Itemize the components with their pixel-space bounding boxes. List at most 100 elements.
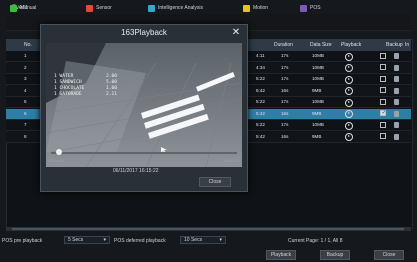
backup-checkbox[interactable] (380, 98, 386, 105)
page-indicator: Current Page: 1 / 1, All 8 (288, 238, 343, 244)
play-icon[interactable] (345, 98, 353, 107)
filter-manual-label: Manual (20, 5, 37, 11)
lock-icon[interactable] (394, 99, 399, 105)
pos-color-swatch (300, 4, 307, 12)
play-icon[interactable] (345, 52, 353, 61)
row-time: 4:34 (256, 64, 265, 70)
play-icon[interactable] (345, 75, 353, 84)
play-icon[interactable] (345, 121, 353, 130)
lock-icon[interactable] (394, 87, 399, 94)
seek-handle[interactable] (56, 149, 62, 155)
lock-icon[interactable] (394, 110, 399, 117)
overlay-price-1: 2.00 (106, 73, 117, 79)
row-duration: 16s (281, 133, 289, 139)
lock-icon[interactable] (394, 133, 399, 140)
pos-pre-playback-label: POS pre playback (2, 238, 43, 244)
row-data-size: 10MB (312, 64, 325, 70)
row-number: 8 (24, 133, 27, 139)
lock-icon[interactable] (394, 53, 399, 59)
playback-popup: 163Playback ✕ 1 WATER 1 SANDWICH 1 CHOCO… (40, 24, 248, 192)
backup-checkbox[interactable] (380, 52, 386, 59)
overlay-line-3: 1 CHOCOLATE (54, 85, 85, 91)
row-data-size: 10MB (312, 53, 325, 58)
row-duration: 17s (281, 122, 289, 127)
pos-deferred-playback-value: 10 Secs (184, 237, 203, 243)
row-time: 5:22 (256, 76, 265, 81)
filter-motion[interactable]: Motion (243, 4, 268, 12)
pos-deferred-playback-label: POS deferred playback (114, 238, 166, 244)
overlay-price-2: 5.00 (106, 79, 117, 85)
row-data-size: 10MB (312, 122, 325, 127)
col-in: In (405, 42, 410, 48)
filter-motion-label: Motion (253, 5, 269, 11)
row-duration: 17s (281, 64, 289, 70)
video-frame: 1 WATER 1 SANDWICH 1 CHOCOLATE 1 GATORAD… (46, 43, 242, 167)
lock-icon[interactable] (394, 122, 399, 128)
row-time: 5:42 (256, 133, 265, 139)
overlay-price-4: 2.11 (106, 91, 117, 97)
lock-icon[interactable] (394, 76, 399, 82)
row-duration: 16s (281, 110, 289, 116)
backup-checkbox[interactable] (380, 121, 386, 128)
close-icon[interactable]: ✕ (231, 28, 241, 38)
popup-close-button[interactable]: Close (199, 177, 231, 187)
row-time: 5:42 (256, 110, 265, 116)
row-number: 3 (24, 76, 27, 81)
backup-checkbox[interactable] (380, 64, 386, 70)
row-number: 6 (24, 110, 27, 116)
time-total: 00:00:17 (224, 158, 240, 163)
lock-icon[interactable] (394, 64, 399, 71)
pos-pre-playback-value: 5 Secs (68, 237, 84, 243)
backup-checkbox[interactable] (380, 133, 386, 139)
play-icon[interactable] (345, 110, 353, 118)
backup-button[interactable]: Backup (320, 250, 350, 260)
filter-intelligence[interactable]: Intelligence Analysis (148, 4, 203, 12)
filter-pos-label: POS (310, 5, 321, 11)
col-no: No. (24, 42, 32, 48)
row-time: 5:42 (256, 87, 265, 93)
pos-deferred-playback-select[interactable]: 10 Secs ▾ (180, 236, 226, 244)
filter-sensor-label: Sensor (96, 5, 112, 11)
backup-checkbox[interactable]: ✓ (380, 110, 387, 116)
pos-pre-playback-select[interactable]: 5 Secs ▾ (64, 236, 110, 244)
intelligence-color-swatch (148, 4, 155, 12)
col-duration: Duration (274, 42, 293, 48)
row-number: 2 (24, 64, 27, 70)
row-number: 7 (24, 122, 27, 127)
play-icon[interactable] (345, 133, 353, 141)
filter-sensor[interactable]: Sensor (86, 4, 112, 12)
row-number: 1 (24, 53, 27, 58)
overlay-line-1: 1 WATER (54, 73, 74, 79)
filter-manual[interactable]: Manual (10, 4, 36, 12)
row-duration: 17s (281, 53, 289, 58)
backup-checkbox[interactable] (380, 87, 386, 93)
overlay-line-4: 1 GATORADE (54, 91, 82, 97)
video-image: 1 WATER 1 SANDWICH 1 CHOCOLATE 1 GATORAD… (46, 43, 242, 167)
footer-bar: POS pre playback 5 Secs ▾ POS deferred pl… (0, 236, 417, 262)
play-icon[interactable] (345, 64, 353, 72)
filter-pos[interactable]: POS (300, 4, 321, 12)
close-button[interactable]: Close (374, 250, 404, 260)
sensor-color-swatch (86, 4, 93, 12)
scrollbar-thumb[interactable] (12, 228, 404, 230)
col-data-size: Data Size (310, 42, 332, 48)
motion-color-swatch (243, 4, 250, 12)
col-backup: Backup (386, 42, 403, 48)
overlay-line-2: 1 SANDWICH (54, 79, 82, 85)
row-data-size: 9MB (312, 133, 322, 139)
manual-color-swatch (10, 4, 17, 12)
seek-bar[interactable] (51, 152, 237, 154)
col-playback: Playback (341, 42, 362, 48)
row-data-size: 10MB (312, 99, 325, 104)
overlay-price-3: 1.00 (106, 85, 117, 91)
row-time: 5:22 (256, 122, 265, 127)
row-data-size: 9MB (312, 87, 322, 93)
playback-button[interactable]: Playback (266, 250, 296, 260)
row-duration: 17s (281, 99, 289, 104)
row-data-size: 9MB (312, 110, 322, 116)
play-icon[interactable] (345, 87, 353, 95)
row-number: 5 (24, 99, 27, 104)
backup-checkbox[interactable] (380, 75, 386, 82)
row-time: 4:11 (256, 53, 265, 58)
filter-intelligence-label: Intelligence Analysis (158, 5, 204, 11)
